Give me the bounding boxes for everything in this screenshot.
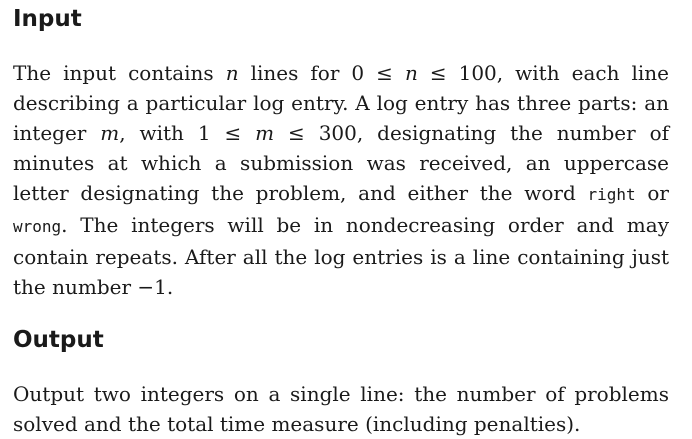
math-range-n: 0 ≤ n ≤ 100 [351,61,496,85]
math-range-m-high: 300 [318,121,357,145]
math-leq-symbol: ≤ [364,61,405,85]
output-heading: Output [13,327,104,353]
input-description: The input contains n lines for 0 ≤ n ≤ 1… [13,58,669,302]
math-range-n-var: n [404,61,418,85]
input-text-2: lines for [238,61,352,85]
math-range-n-low: 0 [351,61,365,85]
math-range-m: 1 ≤ m ≤ 300 [198,121,357,145]
math-range-m-low: 1 [197,121,211,145]
input-text-6: or [635,181,669,205]
problem-statement: Input The input contains n lines for 0 ≤… [13,0,669,439]
math-leq-symbol: ≤ [274,121,319,145]
code-right: right [587,185,636,204]
code-wrong: wrong [13,217,62,236]
math-leq-symbol: ≤ [417,61,459,85]
math-range-m-var: m [255,121,275,145]
math-var-n: n [225,61,239,85]
input-text-8: . [166,275,174,299]
input-heading: Input [13,6,82,32]
math-leq-symbol: ≤ [210,121,256,145]
math-range-n-high: 100 [458,61,497,85]
input-text-4: , with [119,121,198,145]
math-var-m: m [100,121,120,145]
input-text-7: . The integers will be in nondecreasing … [13,213,669,299]
math-minus-one: −1 [137,275,167,299]
output-description: Output two integers on a single line: th… [13,382,669,436]
input-text-1: The input contains [13,61,226,85]
